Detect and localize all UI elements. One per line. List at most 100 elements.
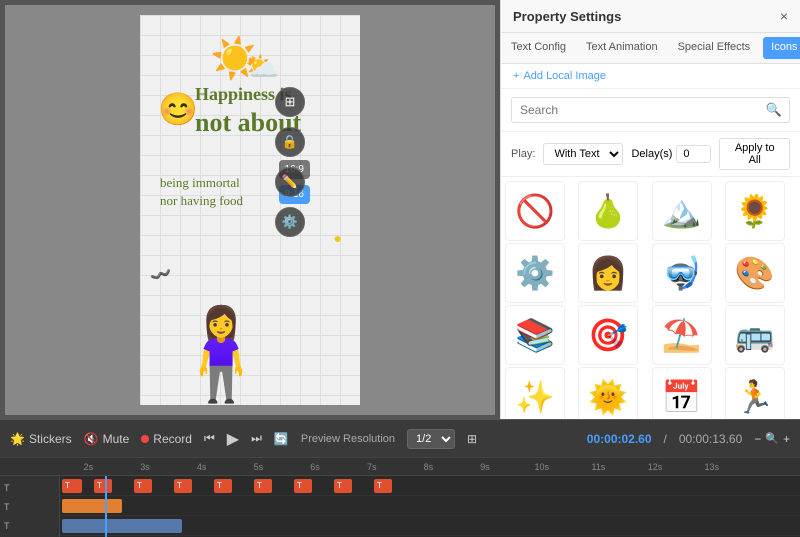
icons-grid: 🚫🍐🏔️🌻 ⚙️👩🤿🎨 📚🎯⛱️🚌 ✨🌞 📅🏃 [501, 177, 800, 419]
canvas-area: ☀️ ⛅ 😊 Happiness is not about being immo… [0, 0, 500, 419]
track-row-1: T T T T T T T T T [60, 476, 800, 496]
ruler-mark: 9s [457, 462, 514, 472]
beach-umbrella-icon[interactable]: ⛱️ [652, 305, 712, 365]
person-icon[interactable]: 👩 [578, 243, 638, 303]
delay-input[interactable] [676, 145, 711, 163]
clip-8[interactable]: T [334, 479, 352, 493]
zoom-in-button[interactable]: + [783, 432, 790, 446]
track-label-3: T [4, 521, 55, 531]
squiggle-decoration: 〰️ [147, 261, 175, 288]
search-icon: 🔍 [766, 102, 782, 118]
crop-icon[interactable]: ⊞ [275, 87, 305, 117]
preview-label: Preview Resolution [301, 433, 395, 445]
smiley-decoration: 😊 [158, 90, 198, 128]
no-sign-icon[interactable]: 🚫 [505, 181, 565, 241]
play-controls: Play: With Text Delay(s) Apply to All [501, 132, 800, 177]
track-label-1: T [4, 483, 55, 493]
tab-text-animation[interactable]: Text Animation [576, 33, 668, 63]
total-time: 00:00:13.60 [679, 432, 742, 446]
timeline-ruler: 2s3s4s5s6s7s8s9s10s11s12s13s [0, 458, 800, 476]
diving-mask-icon[interactable]: 🤿 [652, 243, 712, 303]
ruler-mark: 12s [627, 462, 684, 472]
prev-button[interactable]: ⏮ [204, 431, 215, 446]
play-button[interactable]: ▶ [227, 429, 239, 449]
clip-1[interactable]: T [62, 479, 82, 493]
clip-6[interactable]: T [254, 479, 272, 493]
target-icon[interactable]: 🎯 [578, 305, 638, 365]
clip-audio[interactable] [62, 499, 122, 513]
ruler-mark: 5s [230, 462, 287, 472]
bottom-toolbar: 🌟 Stickers 🔇 Mute Record ⏮ ▶ ⏭ 🔄 Preview… [0, 419, 800, 457]
ruler-mark: 10s [513, 462, 570, 472]
search-input[interactable] [511, 97, 790, 123]
delay-label: Delay(s) [631, 148, 672, 160]
sub-text-1: being immortal [160, 175, 240, 191]
books-icon[interactable]: 📚 [505, 305, 565, 365]
settings-icon[interactable]: ⚙️ [275, 207, 305, 237]
person-running-icon[interactable]: 🏃 [725, 367, 785, 419]
track-row-2 [60, 496, 800, 516]
track-labels: T T T [0, 476, 60, 537]
character-figure: 🧍‍♀️ [165, 310, 277, 400]
layers-button[interactable]: ⊞ [467, 432, 477, 446]
calendar-icon[interactable]: 📅 [652, 367, 712, 419]
paint-roller-icon[interactable]: 🎨 [725, 243, 785, 303]
play-select[interactable]: With Text [543, 143, 623, 165]
sparkle-icon[interactable]: ✨ [505, 367, 565, 419]
property-panel: Property Settings × Text Config Text Ani… [500, 0, 800, 419]
zoom-level: 🔍 [765, 432, 779, 445]
timeline: 2s3s4s5s6s7s8s9s10s11s12s13s T T T T T T… [0, 457, 800, 537]
add-image-label: Add Local Image [523, 70, 606, 82]
yellow-dot: ● [334, 230, 342, 246]
sub-text-2: nor having food [160, 193, 243, 209]
mountain-flag-icon[interactable]: 🏔️ [652, 181, 712, 241]
tab-text-config[interactable]: Text Config [501, 33, 576, 63]
timeline-tracks: T T T T T T T T T T T T [0, 476, 800, 537]
clip-5[interactable]: T [214, 479, 232, 493]
sun-face-icon[interactable]: 🌞 [578, 367, 638, 419]
ruler-mark: 8s [400, 462, 457, 472]
search-box: 🔍 [501, 89, 800, 132]
close-button[interactable]: × [780, 8, 788, 24]
track-row-3 [60, 516, 800, 536]
tab-special-effects[interactable]: Special Effects [668, 33, 761, 63]
clip-3[interactable]: T [134, 479, 152, 493]
panel-header: Property Settings × [501, 0, 800, 33]
stickers-button[interactable]: 🌟 Stickers [10, 432, 72, 446]
clip-9[interactable]: T [374, 479, 392, 493]
add-local-image-button[interactable]: + Add Local Image [501, 64, 800, 89]
cloud-decoration: ⛅ [245, 50, 280, 83]
lock-icon[interactable]: 🔒 [275, 127, 305, 157]
clip-4[interactable]: T [174, 479, 192, 493]
track-content[interactable]: T T T T T T T T T [60, 476, 800, 537]
clip-video[interactable] [62, 519, 182, 533]
canvas-inner[interactable]: ☀️ ⛅ 😊 Happiness is not about being immo… [140, 15, 360, 405]
record-button[interactable]: Record [141, 432, 192, 446]
clip-2[interactable]: T [94, 479, 112, 493]
playhead [105, 476, 107, 537]
zoom-out-button[interactable]: − [754, 432, 761, 446]
tab-icons[interactable]: Icons [763, 37, 800, 59]
edit-icon[interactable]: ✏️ [275, 167, 305, 197]
mute-button[interactable]: 🔇 Mute [84, 432, 130, 446]
next-button[interactable]: ⏭ [251, 431, 262, 446]
time-separator: / [664, 432, 667, 446]
sticker-icon: 🌟 [10, 432, 25, 446]
ruler-mark: 3s [117, 462, 174, 472]
ruler-mark: 6s [287, 462, 344, 472]
flower-icon[interactable]: 🌻 [725, 181, 785, 241]
pear-icon[interactable]: 🍐 [578, 181, 638, 241]
ruler-mark: 2s [60, 462, 117, 472]
add-image-plus-icon: + [513, 70, 519, 82]
canvas-toolbar: ⊞ 🔒 ✏️ ⚙️ [275, 87, 305, 237]
panel-tabs: Text Config Text Animation Special Effec… [501, 33, 800, 64]
clip-7[interactable]: T [294, 479, 312, 493]
gear-badge-icon[interactable]: ⚙️ [505, 243, 565, 303]
school-bus-icon[interactable]: 🚌 [725, 305, 785, 365]
loop-button[interactable]: 🔄 [274, 432, 289, 446]
record-dot-icon [141, 435, 149, 443]
apply-to-all-button[interactable]: Apply to All [719, 138, 790, 170]
track-label-2: T [4, 502, 55, 512]
preview-resolution-select[interactable]: 1/2 1/4 Full [407, 429, 455, 449]
zoom-controls: − 🔍 + [754, 432, 790, 446]
